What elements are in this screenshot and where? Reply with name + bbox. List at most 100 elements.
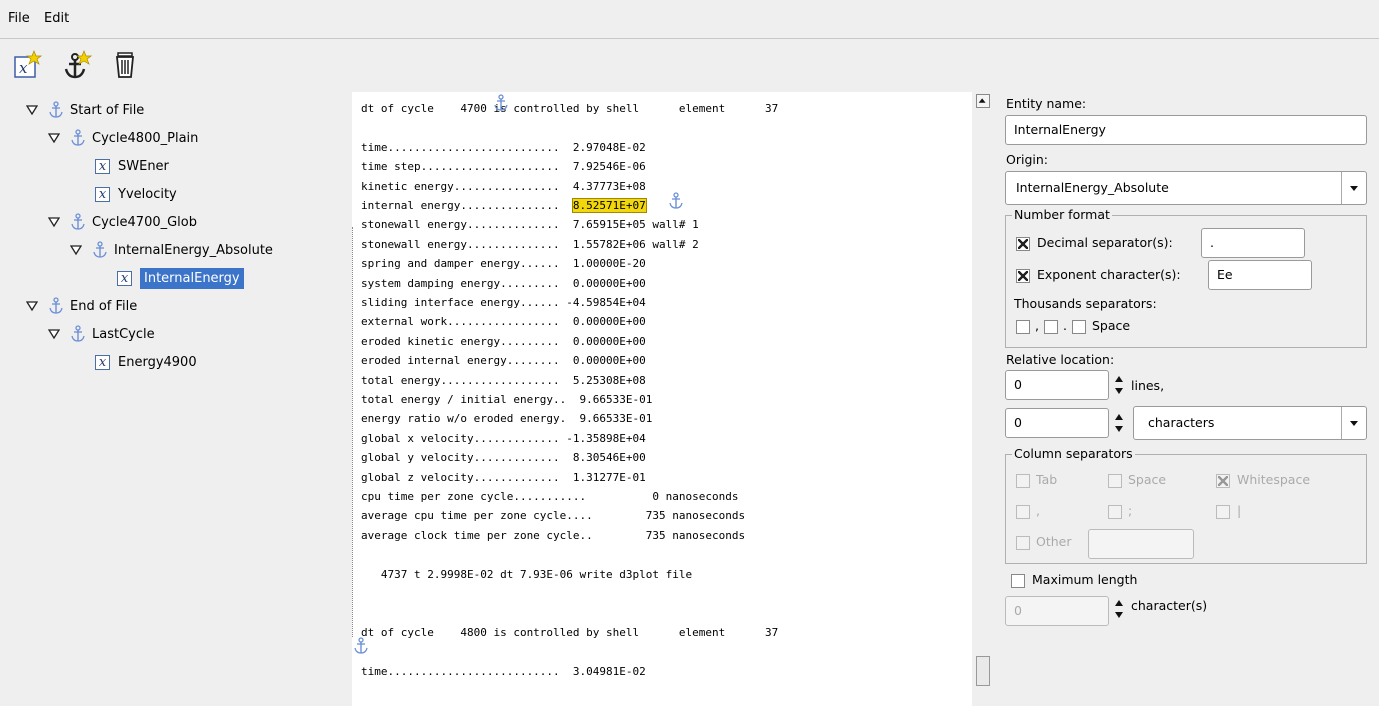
text-line: 4737 t 2.9998E-02 dt 7.93E-06 write d3pl…: [361, 568, 692, 581]
comma-checkbox[interactable]: [1016, 505, 1030, 519]
thousands-space-checkbox[interactable]: [1072, 320, 1086, 334]
anchor-icon[interactable]: [353, 637, 369, 655]
text-line-content: cpu time per zone cycle........... 0 nan…: [361, 490, 739, 503]
spinner-icon[interactable]: [1113, 374, 1125, 396]
exponent-character-input[interactable]: Ee: [1208, 260, 1312, 290]
expand-triangle-icon[interactable]: [48, 328, 60, 340]
text-line: external work................. 0.00000E+…: [361, 315, 646, 328]
menu-file[interactable]: File: [8, 11, 30, 26]
expand-triangle-icon[interactable]: [70, 244, 82, 256]
spinner-icon[interactable]: [1113, 598, 1125, 620]
relative-location-label: Relative location:: [1006, 352, 1115, 367]
tree-item[interactable]: InternalEnergy_Absolute: [70, 238, 273, 262]
other-separator-input[interactable]: [1088, 529, 1194, 559]
number-format-group: Number format Decimal separator(s): . Ex…: [1005, 207, 1367, 348]
origin-select-value: InternalEnergy_Absolute: [1016, 180, 1169, 195]
number-format-title: Number format: [1012, 207, 1112, 222]
tree-item-label: Energy4900: [118, 354, 197, 370]
tree-item-selected[interactable]: x InternalEnergy: [117, 266, 244, 290]
space-checkbox[interactable]: [1108, 474, 1122, 488]
tree-item[interactable]: x SWEner: [95, 154, 169, 178]
text-line: time.......................... 2.97048E-…: [361, 141, 646, 154]
tree-item-label: InternalEnergy: [140, 267, 244, 289]
text-line-content: time.......................... 2.97048E-…: [361, 140, 646, 154]
delete-button[interactable]: [110, 50, 140, 80]
expand-triangle-icon[interactable]: [26, 300, 38, 312]
text-line-content: dt of cycle 4800 is controlled by shell …: [361, 625, 779, 639]
new-anchor-button[interactable]: [62, 50, 93, 80]
decimal-separator-checkbox[interactable]: [1016, 237, 1030, 251]
origin-label: Origin:: [1006, 152, 1048, 167]
exponent-character-checkbox[interactable]: [1016, 269, 1030, 283]
semicolon-checkbox[interactable]: [1108, 505, 1122, 519]
text-line: global x velocity............. -1.35898E…: [361, 432, 646, 445]
characters-offset-input[interactable]: 0: [1005, 408, 1109, 438]
new-variable-button[interactable]: x: [12, 50, 43, 80]
other-checkbox[interactable]: [1016, 536, 1030, 550]
whitespace-label: Whitespace: [1237, 472, 1311, 487]
text-line-content: stonewall energy.............. 1.55782E+…: [361, 237, 699, 251]
text-line-content: spring and damper energy...... 1.00000E-…: [361, 257, 646, 271]
properties-panel: Entity name: InternalEnergy Origin: Inte…: [1000, 92, 1379, 706]
thousands-separators-label: Thousands separators:: [1014, 296, 1157, 311]
text-line: average cpu time per zone cycle.... 735 …: [361, 509, 745, 522]
scroll-thumb[interactable]: [976, 656, 990, 686]
tree-item[interactable]: x Energy4900: [95, 350, 197, 374]
tree-item[interactable]: LastCycle: [48, 322, 155, 346]
anchor-icon: [49, 297, 63, 314]
menu-edit[interactable]: Edit: [44, 11, 69, 26]
chevron-down-icon[interactable]: [1341, 407, 1366, 439]
whitespace-checkbox[interactable]: [1216, 474, 1230, 488]
new-anchor-icon: [64, 50, 93, 79]
tree-item[interactable]: x Yvelocity: [95, 182, 177, 206]
variable-icon: x: [95, 354, 110, 370]
svg-text:x: x: [19, 59, 28, 77]
text-line-content: stonewall energy.............. 7.65915E+…: [361, 218, 699, 232]
vertical-scrollbar[interactable]: [973, 92, 993, 706]
scroll-up-button[interactable]: [976, 94, 990, 108]
lines-offset-input[interactable]: 0: [1005, 370, 1109, 400]
anchor-icon[interactable]: [493, 94, 509, 112]
spinner-icon[interactable]: [1113, 412, 1125, 434]
tree-item-label: InternalEnergy_Absolute: [114, 242, 273, 258]
tree-item[interactable]: End of File: [26, 294, 137, 318]
thousands-period-checkbox[interactable]: [1044, 320, 1058, 334]
tree-item-label: Cycle4800_Plain: [92, 130, 199, 146]
variable-icon: x: [117, 270, 132, 286]
expand-triangle-icon[interactable]: [48, 216, 60, 228]
offset-unit-select[interactable]: characters: [1133, 406, 1367, 440]
new-variable-icon: x: [14, 50, 43, 78]
text-line: internal energy............... 8.52571E+…: [361, 198, 647, 213]
tab-checkbox[interactable]: [1016, 474, 1030, 488]
text-line-content: global y velocity............. 8.30546E+…: [361, 451, 646, 465]
space-label: Space: [1128, 472, 1167, 487]
anchor-icon: [49, 101, 63, 118]
anchor-icon[interactable]: [668, 192, 684, 210]
expand-triangle-icon[interactable]: [48, 132, 60, 144]
highlighted-value[interactable]: 8.52571E+07: [571, 198, 647, 213]
decimal-separator-input[interactable]: .: [1201, 228, 1305, 258]
tree-item[interactable]: Cycle4800_Plain: [48, 126, 198, 150]
anchor-tree[interactable]: Start of File Cycle4800_Plain x SWEner x…: [0, 92, 342, 706]
text-line: average clock time per zone cycle.. 735 …: [361, 529, 745, 542]
maximum-length-input[interactable]: 0: [1005, 596, 1109, 626]
thousands-comma-checkbox[interactable]: [1016, 320, 1030, 334]
file-text-view[interactable]: dt of cycle 4700 is controlled by shell …: [352, 92, 972, 706]
pipe-checkbox[interactable]: [1216, 505, 1230, 519]
maximum-length-checkbox[interactable]: [1011, 574, 1025, 588]
chevron-down-icon[interactable]: [1341, 172, 1366, 204]
column-separators-group: Column separators Tab Space Whitespace ,…: [1005, 446, 1367, 564]
expand-triangle-icon[interactable]: [26, 104, 38, 116]
tree-item[interactable]: Start of File: [26, 98, 144, 122]
thousands-comma-label: ,: [1035, 318, 1039, 333]
text-line-content: average clock time per zone cycle.. 735 …: [361, 528, 746, 542]
text-line: eroded kinetic energy......... 0.00000E+…: [361, 335, 646, 348]
origin-select[interactable]: InternalEnergy_Absolute: [1005, 171, 1367, 205]
anchor-icon: [71, 129, 85, 146]
entity-name-input[interactable]: InternalEnergy: [1005, 115, 1367, 145]
thousands-period-label: .: [1063, 318, 1067, 333]
text-line: system damping energy......... 0.00000E+…: [361, 277, 646, 290]
text-line-content: global x velocity............. -1.35898E…: [361, 431, 646, 445]
text-line: stonewall energy.............. 1.55782E+…: [361, 238, 699, 251]
tree-item[interactable]: Cycle4700_Glob: [48, 210, 197, 234]
